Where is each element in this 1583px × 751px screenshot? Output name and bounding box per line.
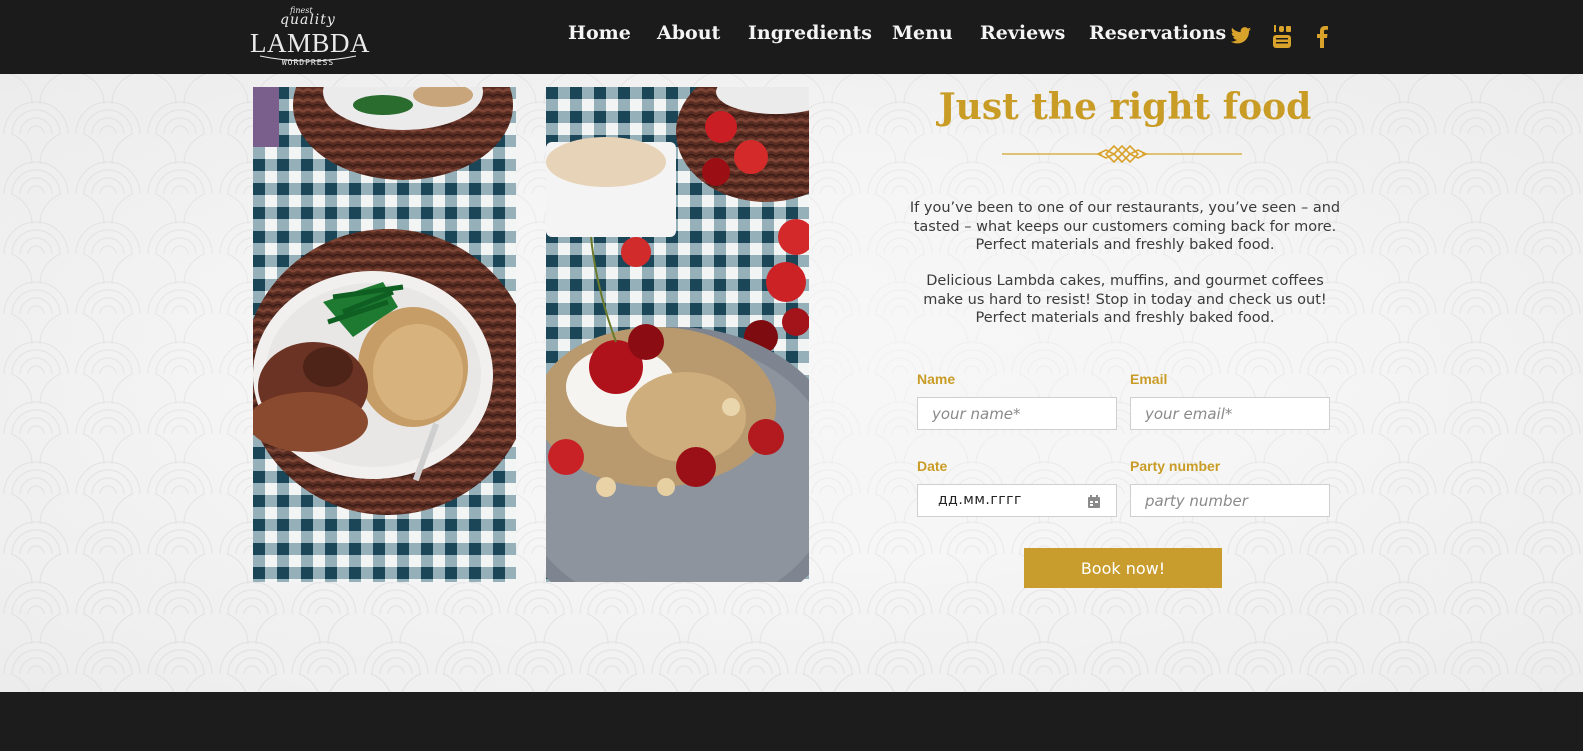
intro-paragraph-2: Delicious Lambda cakes, muffins, and gou… bbox=[900, 272, 1350, 328]
youtube-icon[interactable] bbox=[1272, 25, 1296, 49]
date-input[interactable]: дд.мм.гггг bbox=[917, 484, 1117, 517]
paragraph-2-line-3: Perfect materials and freshly baked food… bbox=[975, 310, 1275, 326]
nav-reviews[interactable]: Reviews bbox=[980, 22, 1065, 44]
paragraph-2-line-2: make us hard to resist! Stop in today an… bbox=[923, 291, 1327, 308]
lambda-logo[interactable]: finest quality LAMBDA WORDPRESS bbox=[250, 4, 370, 70]
party-number-input[interactable] bbox=[1130, 484, 1330, 517]
date-value: дд.мм.гггг bbox=[938, 492, 1022, 508]
paragraph-1-line-3: Perfect materials and freshly baked food… bbox=[975, 237, 1275, 253]
reservation-section: Just the right food If you’ve been to on… bbox=[0, 74, 1583, 692]
paragraph-1-line-2: tasted – what keeps our customers coming… bbox=[913, 218, 1337, 235]
book-now-button[interactable]: Book now! bbox=[1024, 548, 1222, 588]
nav-reservations[interactable]: Reservations bbox=[1089, 22, 1226, 44]
food-photo-meat bbox=[253, 87, 516, 582]
date-label: Date bbox=[917, 458, 948, 474]
nav-menu[interactable]: Menu bbox=[892, 22, 953, 44]
logo-quality: quality bbox=[280, 12, 336, 28]
food-photo-dessert bbox=[546, 87, 809, 582]
footer bbox=[0, 692, 1583, 751]
nav-home[interactable]: Home bbox=[568, 22, 631, 44]
calendar-icon[interactable] bbox=[1088, 495, 1100, 508]
nav-ingredients[interactable]: Ingredients bbox=[748, 22, 872, 44]
name-label: Name bbox=[917, 371, 956, 387]
page-heading: Just the right food bbox=[938, 86, 1312, 128]
logo-subtitle: WORDPRESS bbox=[281, 58, 335, 67]
heading-ornament bbox=[1002, 144, 1242, 164]
party-number-label: Party number bbox=[1130, 458, 1221, 474]
nav-about[interactable]: About bbox=[657, 22, 720, 44]
name-input[interactable] bbox=[917, 397, 1117, 430]
header: finest quality LAMBDA WORDPRESS Home Abo… bbox=[0, 0, 1583, 74]
email-label: Email bbox=[1130, 371, 1168, 387]
paragraph-1-line-1: If you’ve been to one of our restaurants… bbox=[909, 200, 1341, 216]
paragraph-2-line-1: Delicious Lambda cakes, muffins, and gou… bbox=[926, 273, 1324, 289]
facebook-icon[interactable] bbox=[1316, 26, 1340, 50]
email-input[interactable] bbox=[1130, 397, 1330, 430]
intro-paragraph-1: If you’ve been to one of our restaurants… bbox=[900, 199, 1350, 255]
twitter-icon[interactable] bbox=[1230, 26, 1254, 50]
